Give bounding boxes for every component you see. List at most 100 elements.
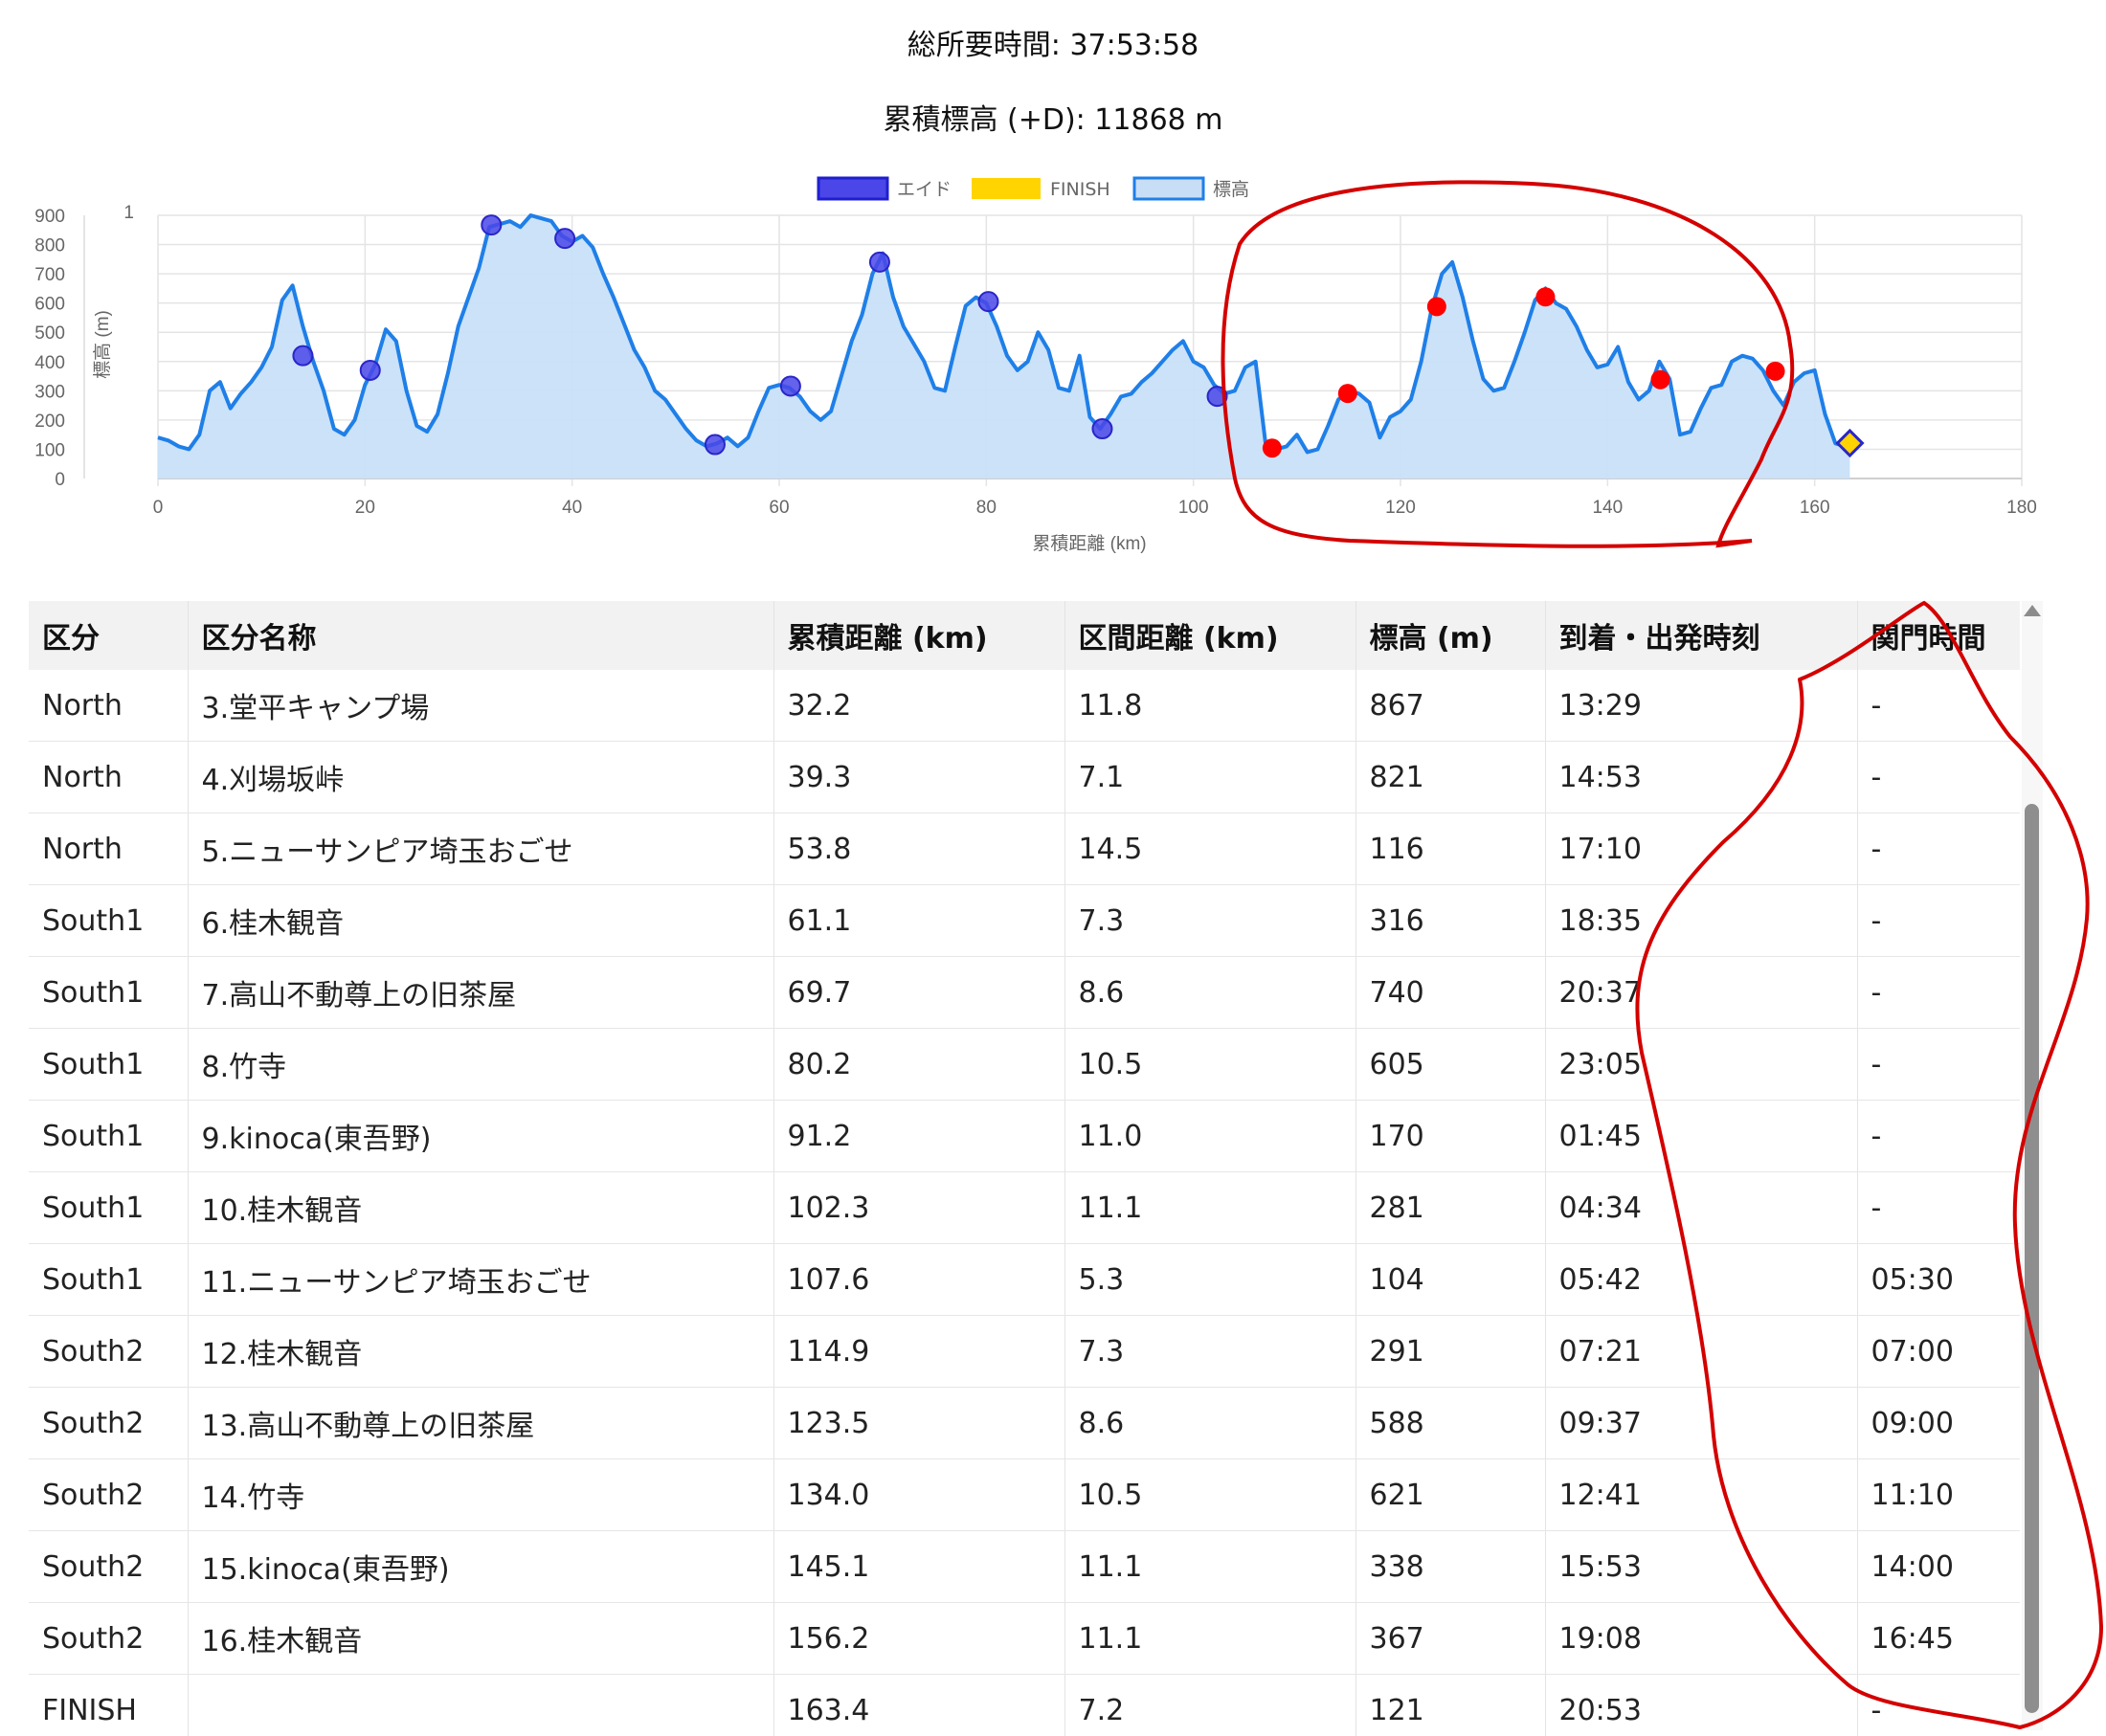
cell-section: North xyxy=(29,741,189,813)
aid-station-table-container: 区分 区分名称 累積距離 (km) 区間距離 (km) 標高 (m) 到着・出発… xyxy=(29,601,2020,1736)
cell-cumulative-distance: 163.4 xyxy=(773,1674,1065,1736)
aid-station-point xyxy=(554,228,576,250)
chart-legend: エイド FINISH 標高 xyxy=(817,176,1249,201)
cutoff-aid-station-point xyxy=(1262,438,1282,458)
cell-segment-distance: 7.2 xyxy=(1064,1674,1356,1736)
elevation-chart-svg: エイド FINISH 標高 01002003004005006007008009… xyxy=(34,176,2037,554)
cell-section-name: 5.ニューサンピア埼玉おごせ xyxy=(188,812,774,885)
aid-station-point xyxy=(1206,386,1228,408)
x-tick-label: 0 xyxy=(153,498,164,518)
cell-section-name: 8.竹寺 xyxy=(188,1028,774,1101)
legend-swatch-finish[interactable] xyxy=(972,178,1041,199)
table-row: South2 16.桂木観音 156.2 11.1 367 19:08 16:45 xyxy=(29,1602,2020,1675)
table-row: North 5.ニューサンピア埼玉おごせ 53.8 14.5 116 17:10- xyxy=(29,812,2020,885)
cell-cutoff-time: - xyxy=(1857,812,2020,885)
cell-elevation: 338 xyxy=(1355,1530,1546,1603)
y-tick-label: 100 xyxy=(34,440,65,460)
table-row: North 3.堂平キャンプ場 32.2 11.8 867 13:29- xyxy=(29,670,2020,742)
header-elevation[interactable]: 標高 (m) xyxy=(1355,601,1546,670)
aid-station-point xyxy=(868,251,890,273)
legend-swatch-elevation[interactable] xyxy=(1132,176,1205,201)
cell-cumulative-distance: 61.1 xyxy=(773,884,1065,957)
cell-elevation: 104 xyxy=(1355,1243,1546,1316)
cell-section: South2 xyxy=(29,1530,189,1603)
legend-label-finish[interactable]: FINISH xyxy=(1050,179,1110,200)
cell-arrival-time: 04:34 xyxy=(1545,1171,1858,1244)
cell-arrival-time: 15:53 xyxy=(1545,1530,1858,1603)
cell-segment-distance: 11.8 xyxy=(1064,670,1356,742)
cell-cumulative-distance: 134.0 xyxy=(773,1458,1065,1531)
cell-section: South2 xyxy=(29,1458,189,1531)
cell-cumulative-distance: 123.5 xyxy=(773,1387,1065,1459)
cell-elevation: 116 xyxy=(1355,812,1546,885)
cell-segment-distance: 11.1 xyxy=(1064,1530,1356,1603)
y-tick-label: 600 xyxy=(34,295,65,315)
cell-segment-distance: 11.1 xyxy=(1064,1602,1356,1675)
cell-elevation: 367 xyxy=(1355,1602,1546,1675)
table-row: South1 9.kinoca(東吾野) 91.2 11.0 170 01:45- xyxy=(29,1100,2020,1172)
header-cumulative-distance[interactable]: 累積距離 (km) xyxy=(773,601,1065,670)
header-arrival-time[interactable]: 到着・出発時刻 xyxy=(1545,601,1858,670)
table-row: South2 15.kinoca(東吾野) 145.1 11.1 338 15:53 14:… xyxy=(29,1530,2020,1603)
cell-elevation: 316 xyxy=(1355,884,1546,957)
aid-station-point xyxy=(481,214,503,236)
cell-section: South2 xyxy=(29,1387,189,1459)
total-time-summary: 総所要時間: 37:53:58 xyxy=(907,29,1199,62)
cutoff-aid-station-point xyxy=(1650,369,1670,389)
cell-cumulative-distance: 91.2 xyxy=(773,1100,1065,1172)
cell-cumulative-distance: 32.2 xyxy=(773,670,1065,742)
cell-elevation: 121 xyxy=(1355,1674,1546,1736)
cell-section-name: 12.桂木観音 xyxy=(188,1315,774,1388)
header-cutoff-time[interactable]: 関門時間 xyxy=(1857,601,2020,670)
scroll-up-arrow-icon[interactable] xyxy=(2024,605,2041,616)
table-row: FINISH 163.4 7.2 121 20:53- xyxy=(29,1674,2020,1736)
cell-cutoff-time: 07:00 xyxy=(1857,1315,2020,1388)
x-tick-label: 80 xyxy=(976,498,997,518)
y-axis-ticks: 0 100 200 300 400 500 600 700 800 900 xyxy=(34,207,65,490)
y-tick-label: 0 xyxy=(55,470,65,490)
cell-cutoff-time: - xyxy=(1857,1028,2020,1101)
cutoff-aid-station-point xyxy=(1337,384,1357,404)
aid-station-point xyxy=(1091,418,1113,440)
cell-arrival-time: 20:37 xyxy=(1545,956,1858,1029)
legend-label-aid[interactable]: エイド xyxy=(897,179,952,200)
cell-section-name: 11.ニューサンピア埼玉おごせ xyxy=(188,1243,774,1316)
cell-cutoff-time: - xyxy=(1857,956,2020,1029)
cell-elevation: 621 xyxy=(1355,1458,1546,1531)
cell-section: South1 xyxy=(29,1243,189,1316)
y-tick-label: 800 xyxy=(34,236,65,256)
scrollbar-thumb[interactable] xyxy=(2025,804,2039,1713)
cell-arrival-time: 19:08 xyxy=(1545,1602,1858,1675)
aid-station-point xyxy=(359,359,381,381)
x-axis-label: 累積距離 (km) xyxy=(1032,533,1146,554)
x-axis-ticks: 0 20 40 60 80 100 120 140 160 180 xyxy=(153,498,2037,518)
header-section-name[interactable]: 区分名称 xyxy=(188,601,774,670)
cell-cutoff-time: - xyxy=(1857,884,2020,957)
cell-section-name xyxy=(188,1674,774,1736)
cell-section: South1 xyxy=(29,1100,189,1172)
cell-cutoff-time: 16:45 xyxy=(1857,1602,2020,1675)
cell-section-name: 6.桂木観音 xyxy=(188,884,774,957)
x-tick-label: 20 xyxy=(355,498,375,518)
header-section[interactable]: 区分 xyxy=(29,601,189,670)
legend-swatch-aid[interactable] xyxy=(817,176,889,201)
cutoff-aid-station-point xyxy=(1426,297,1446,317)
table-body: North 3.堂平キャンプ場 32.2 11.8 867 13:29- North 4.刈場… xyxy=(29,670,2020,1736)
cell-segment-distance: 11.1 xyxy=(1064,1171,1356,1244)
table-row: South1 10.桂木観音 102.3 11.1 281 04:34- xyxy=(29,1171,2020,1244)
cell-section: North xyxy=(29,670,189,742)
cell-cutoff-time: - xyxy=(1857,741,2020,813)
cell-section-name: 16.桂木観音 xyxy=(188,1602,774,1675)
cell-section-name: 15.kinoca(東吾野) xyxy=(188,1530,774,1603)
cell-elevation: 588 xyxy=(1355,1387,1546,1459)
table-row: South1 11.ニューサンピア埼玉おごせ 107.6 5.3 104 05:42 05:… xyxy=(29,1243,2020,1316)
table-row: South2 12.桂木観音 114.9 7.3 291 07:21 07:00 xyxy=(29,1315,2020,1388)
cell-section: South1 xyxy=(29,1171,189,1244)
legend-label-elevation[interactable]: 標高 xyxy=(1213,179,1249,200)
cell-section-name: 4.刈場坂峠 xyxy=(188,741,774,813)
cell-segment-distance: 7.1 xyxy=(1064,741,1356,813)
header-segment-distance[interactable]: 区間距離 (km) xyxy=(1064,601,1356,670)
x-tick-label: 180 xyxy=(2006,498,2037,518)
cell-arrival-time: 12:41 xyxy=(1545,1458,1858,1531)
x-tick-label: 40 xyxy=(562,498,582,518)
